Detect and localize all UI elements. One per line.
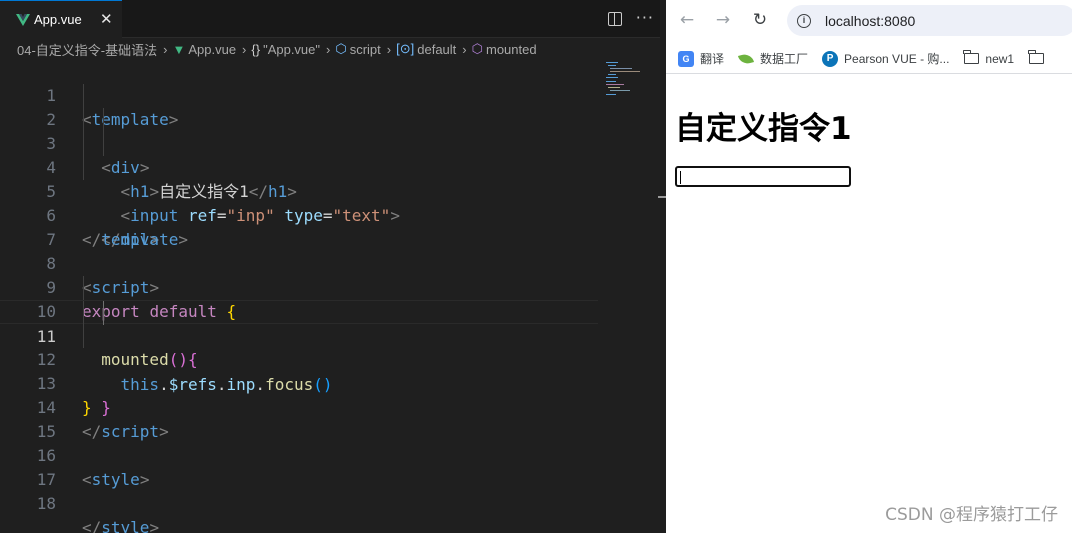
bookmark-label: 数据工厂: [760, 52, 809, 66]
code-line[interactable]: 10 mounted(){: [0, 276, 598, 369]
bookmarks-bar: G 翻译 数据工厂 P Pearson VUE - 购... new1: [666, 44, 1072, 74]
editor-scrollbar[interactable]: [650, 60, 660, 533]
code-line[interactable]: 12 }: [0, 324, 598, 417]
folder-icon: [1027, 50, 1044, 67]
minimap[interactable]: [604, 60, 648, 100]
translate-icon: G: [678, 50, 694, 67]
url-text[interactable]: localhost:8080: [825, 13, 915, 29]
editor-tab-bar: App.vue ✕ ···: [0, 0, 660, 38]
page-content: 自定义指令1 CSDN @程序猿打工仔: [666, 75, 1072, 533]
code-line[interactable]: 14 </script>: [0, 372, 598, 441]
bookmark-folder-new1[interactable]: new1: [963, 50, 1015, 67]
split-editor-icon[interactable]: [607, 12, 622, 26]
cube-icon: ⬡: [335, 41, 347, 56]
code-line[interactable]: 6 </template>: [0, 180, 598, 249]
text-input[interactable]: [675, 166, 851, 187]
chevron-right-icon: ›: [386, 41, 392, 57]
code-line[interactable]: 5 </div>: [0, 156, 598, 249]
code-line[interactable]: 8 <script>: [0, 228, 598, 297]
code-line[interactable]: 9 export default {: [0, 252, 598, 321]
browser-window: ← → ↻ i localhost:8080 G 翻译 数据工厂 P Pears…: [666, 0, 1072, 533]
code-line[interactable]: 15: [0, 396, 598, 441]
code-line[interactable]: 4 <input ref="inp" type="text">: [0, 132, 598, 225]
bookmark-label: 翻译: [700, 52, 725, 66]
breadcrumb-default[interactable]: default: [417, 42, 456, 57]
breadcrumb-component[interactable]: "App.vue": [263, 42, 320, 57]
bookmark-label: new1: [985, 51, 1015, 66]
code-line[interactable]: 1 <template>: [0, 60, 598, 129]
folder-icon: [963, 50, 979, 67]
code-line[interactable]: 16 <style>: [0, 420, 598, 489]
reload-icon[interactable]: ↻: [749, 9, 771, 31]
module-icon: [⊙]: [396, 41, 415, 56]
code-line[interactable]: 2 <div>: [0, 84, 598, 177]
bookmark-pearson[interactable]: P Pearson VUE - 购...: [822, 50, 949, 67]
address-bar[interactable]: i localhost:8080: [787, 5, 1072, 36]
chevron-right-icon: ›: [462, 41, 467, 57]
bookmark-label: Pearson VUE - 购...: [844, 52, 950, 66]
page-scrollbar[interactable]: [1068, 75, 1072, 175]
info-icon[interactable]: i: [797, 13, 811, 28]
tab-app-vue[interactable]: App.vue ✕: [0, 0, 122, 38]
chevron-right-icon: ›: [242, 41, 247, 57]
browser-toolbar: ← → ↻ i localhost:8080: [666, 0, 1072, 40]
editor-actions: ···: [607, 10, 654, 26]
line-number: 18: [36, 494, 56, 513]
close-icon[interactable]: ✕: [100, 12, 113, 27]
bookmark-folder[interactable]: [1027, 50, 1050, 67]
bookmark-translate[interactable]: G 翻译: [678, 50, 724, 67]
breadcrumb: 04-自定义指令-基础语法 › ▼ App.vue › {} "App.vue"…: [0, 38, 660, 60]
breadcrumb-script[interactable]: script: [350, 42, 381, 57]
code-line[interactable]: 3 <h1>自定义指令1</h1>: [0, 108, 598, 201]
breadcrumb-file[interactable]: App.vue: [188, 42, 236, 57]
code-area[interactable]: 1 <template> 2 <div> 3 <h1>自定义指令1</h1> 4…: [0, 60, 598, 533]
page-heading: 自定义指令1: [675, 111, 852, 147]
chevron-right-icon: ›: [163, 41, 168, 57]
code-editor[interactable]: App.vue ✕ ··· 04-自定义指令-基础语法 › ▼ App.vue …: [0, 0, 660, 533]
forward-arrow-icon[interactable]: →: [712, 9, 734, 31]
back-arrow-icon[interactable]: ←: [676, 9, 698, 31]
pearson-icon: P: [822, 50, 839, 67]
bookmark-data-factory[interactable]: 数据工厂: [737, 50, 809, 67]
vue-file-icon: ▼: [172, 41, 186, 57]
code-token: style: [101, 518, 150, 533]
more-actions-icon[interactable]: ···: [636, 10, 654, 26]
text-caret: [680, 171, 681, 184]
code-line-current[interactable]: 11 this.$refs.inp.focus(): [0, 300, 598, 394]
splitter-handle[interactable]: [658, 196, 666, 198]
code-line[interactable]: 17: [0, 444, 598, 489]
vue-file-icon: [16, 13, 30, 26]
tab-label: App.vue: [34, 12, 82, 27]
method-icon: ⬡: [471, 41, 483, 56]
code-line[interactable]: 7: [0, 204, 598, 249]
watermark: CSDN @程序猿打工仔: [885, 505, 1058, 525]
code-line[interactable]: 18 </style>: [0, 468, 598, 533]
chevron-right-icon: ›: [326, 41, 331, 57]
code-line[interactable]: 13 }: [0, 348, 598, 417]
leaf-icon: [737, 51, 755, 67]
breadcrumb-folder[interactable]: 04-自定义指令-基础语法: [17, 40, 157, 59]
braces-icon: {}: [251, 41, 261, 57]
breadcrumb-mounted[interactable]: mounted: [486, 42, 537, 57]
